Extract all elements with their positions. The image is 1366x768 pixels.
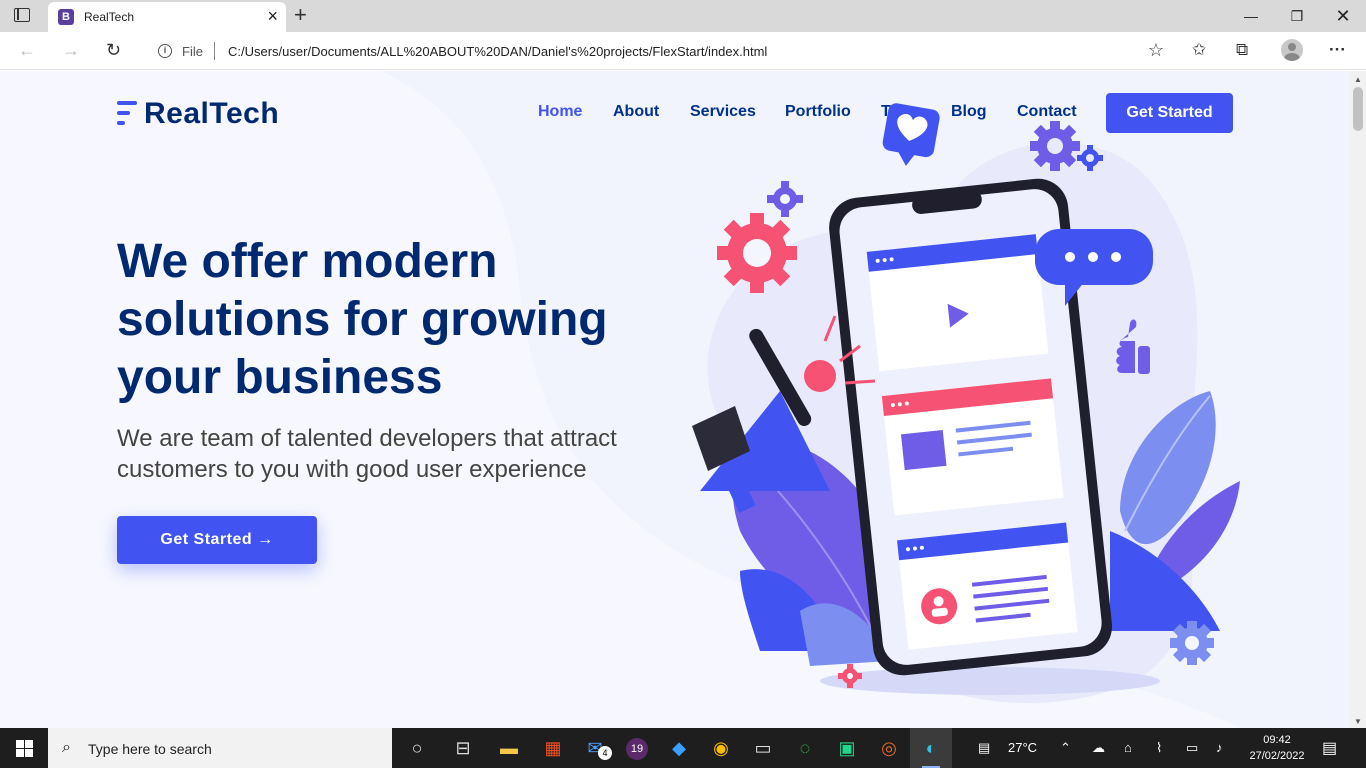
- hero-get-started-button[interactable]: Get Started →: [117, 516, 317, 564]
- mail-icon[interactable]: ✉ 4: [574, 728, 616, 768]
- address-url[interactable]: C:/Users/user/Documents/ALL%20ABOUT%20DA…: [228, 44, 767, 59]
- refresh-icon[interactable]: ↻: [106, 40, 121, 60]
- address-divider: [214, 42, 215, 60]
- illustration-gear-purple-small: [767, 181, 803, 217]
- vscode-icon[interactable]: ◆: [658, 728, 700, 768]
- browser-title-bar: B RealTech × + — ❐ ✕: [0, 0, 1366, 32]
- illustration-heart-badge: [882, 103, 940, 166]
- illustration-floor-shadow: [820, 667, 1160, 695]
- cortana-icon[interactable]: ○: [396, 728, 438, 768]
- task-view-icon[interactable]: ⊟: [442, 728, 484, 768]
- browser-toolbar: ← → ↻ i File C:/Users/user/Documents/ALL…: [0, 32, 1366, 70]
- collections-icon[interactable]: ⧉: [1236, 40, 1248, 60]
- tray-antivirus-icon[interactable]: ☁: [1092, 740, 1105, 756]
- windows-start-icon[interactable]: [0, 728, 48, 768]
- notifications-icon[interactable]: ▤: [1322, 738, 1337, 758]
- wifi-icon[interactable]: ⌇: [1156, 740, 1162, 756]
- edge-icon[interactable]: ◐: [910, 728, 952, 768]
- tab-title: RealTech: [84, 10, 135, 24]
- page-scrollbar[interactable]: ▲ ▼: [1350, 71, 1366, 728]
- add-favorite-icon[interactable]: ☆: [1148, 40, 1164, 61]
- tab-actions-icon[interactable]: [14, 8, 30, 22]
- nav-about[interactable]: About: [613, 103, 659, 121]
- weather-icon[interactable]: ▤: [978, 740, 990, 756]
- browser-tab[interactable]: B RealTech ×: [48, 2, 286, 32]
- tray-device-icon[interactable]: ⌂: [1124, 740, 1132, 756]
- hero-illustration: [692, 103, 1240, 704]
- address-bar[interactable]: i File C:/Users/user/Documents/ALL%20ABO…: [144, 36, 1174, 66]
- tab-close-icon[interactable]: ×: [267, 6, 278, 26]
- illustration-gear-blue-bottom: [1170, 621, 1214, 665]
- taskbar-search-box[interactable]: ⌕ Type here to search: [48, 728, 392, 768]
- hero-subtitle: We are team of talented developers that …: [117, 425, 617, 483]
- file-explorer-icon[interactable]: ▬: [488, 728, 530, 768]
- terminal-icon[interactable]: ▭: [742, 728, 784, 768]
- tab-favicon-icon: B: [58, 9, 74, 25]
- address-scheme-label: File: [182, 44, 203, 59]
- mail-badge: 4: [598, 746, 612, 760]
- illustration-gear-pink: [717, 213, 797, 293]
- chrome-icon[interactable]: ◉: [700, 728, 742, 768]
- pycharm-icon[interactable]: ▣: [826, 728, 868, 768]
- web-page: RealTech Home About Services Portfolio T…: [0, 71, 1350, 728]
- favorites-icon[interactable]: ✩: [1192, 40, 1206, 60]
- back-arrow-icon[interactable]: ←: [18, 40, 36, 60]
- clock-date: 27/02/2022: [1249, 750, 1305, 762]
- battery-icon[interactable]: ▭: [1186, 740, 1198, 756]
- windows-taskbar: ⌕ Type here to search ○ ⊟ ▬ ▦ ✉ 4 19 ◆ ◉…: [0, 728, 1366, 768]
- weather-temperature[interactable]: 27°C: [1008, 740, 1037, 756]
- volume-icon[interactable]: ♪: [1216, 740, 1223, 756]
- search-icon: ⌕: [62, 739, 71, 756]
- nav-home[interactable]: Home: [538, 103, 582, 121]
- logo-text: RealTech: [144, 97, 280, 130]
- taskbar-clock[interactable]: 09:42 27/02/2022: [1244, 732, 1310, 764]
- more-options-icon[interactable]: ···: [1329, 40, 1346, 60]
- profile-avatar-icon[interactable]: [1281, 39, 1303, 61]
- forward-arrow-icon[interactable]: →: [62, 40, 80, 60]
- scrollbar-thumb[interactable]: [1353, 87, 1363, 131]
- logo-mark-icon: [117, 101, 137, 127]
- minimize-icon[interactable]: —: [1228, 0, 1274, 32]
- scroll-down-arrow-icon[interactable]: ▼: [1354, 717, 1362, 726]
- window-close-icon[interactable]: ✕: [1320, 0, 1366, 32]
- illustration-gear-purple-top: [1030, 121, 1080, 171]
- app-green-icon[interactable]: ◌: [784, 728, 826, 768]
- media-player-icon[interactable]: ◎: [868, 728, 910, 768]
- scroll-up-arrow-icon[interactable]: ▲: [1354, 75, 1362, 84]
- search-placeholder: Type here to search: [88, 741, 212, 757]
- new-tab-icon[interactable]: +: [294, 2, 307, 28]
- app-19-icon[interactable]: 19: [616, 728, 658, 768]
- restore-icon[interactable]: ❐: [1274, 0, 1320, 32]
- clock-time: 09:42: [1263, 734, 1291, 746]
- store-icon[interactable]: ▦: [532, 728, 574, 768]
- hero-title: We offer modern solutions for growing yo…: [117, 235, 608, 404]
- info-icon[interactable]: i: [158, 44, 172, 58]
- tray-chevron-up-icon[interactable]: ⌃: [1060, 740, 1071, 756]
